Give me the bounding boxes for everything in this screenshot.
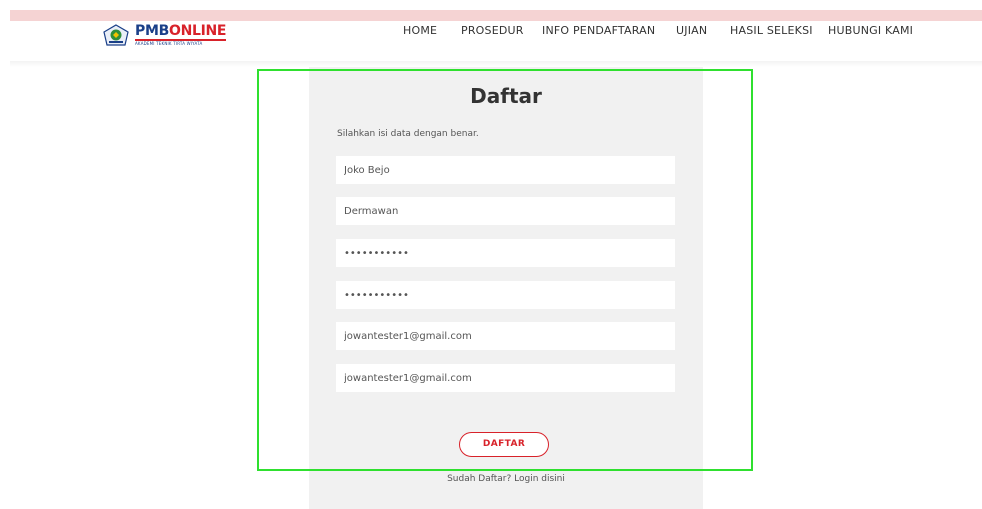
- nav-item-prosedur[interactable]: PROSEDUR: [461, 24, 524, 37]
- site-logo[interactable]: PMBONLINE AKADEMI TEKNIK TIRTA WIYATA: [103, 23, 227, 47]
- login-link[interactable]: Sudah Daftar? Login disini: [309, 474, 703, 484]
- password-confirm-field[interactable]: [336, 281, 675, 309]
- daftar-button[interactable]: DAFTAR: [459, 432, 549, 457]
- last-name-field[interactable]: [336, 197, 675, 225]
- nav-item-hubungi-kami[interactable]: HUBUNGI KAMI: [828, 24, 913, 37]
- nav-item-ujian[interactable]: UJIAN: [676, 24, 707, 37]
- institution-badge-icon: [103, 24, 129, 46]
- email-field[interactable]: [336, 322, 675, 350]
- nav-item-home[interactable]: HOME: [403, 24, 437, 37]
- password-field[interactable]: [336, 239, 675, 267]
- logo-subtitle: AKADEMI TEKNIK TIRTA WIYATA: [135, 41, 203, 46]
- email-confirm-field[interactable]: [336, 364, 675, 392]
- nav-item-info-pendaftaran[interactable]: INFO PENDAFTARAN: [542, 24, 655, 37]
- first-name-field[interactable]: [336, 156, 675, 184]
- page-title: Daftar: [470, 84, 542, 108]
- nav-item-hasil-seleksi[interactable]: HASIL SELEKSI: [730, 24, 813, 37]
- top-accent-bar: [10, 10, 982, 21]
- form-instruction: Silahkan isi data dengan benar.: [337, 129, 479, 139]
- logo-wordmark: PMBONLINE: [135, 23, 227, 39]
